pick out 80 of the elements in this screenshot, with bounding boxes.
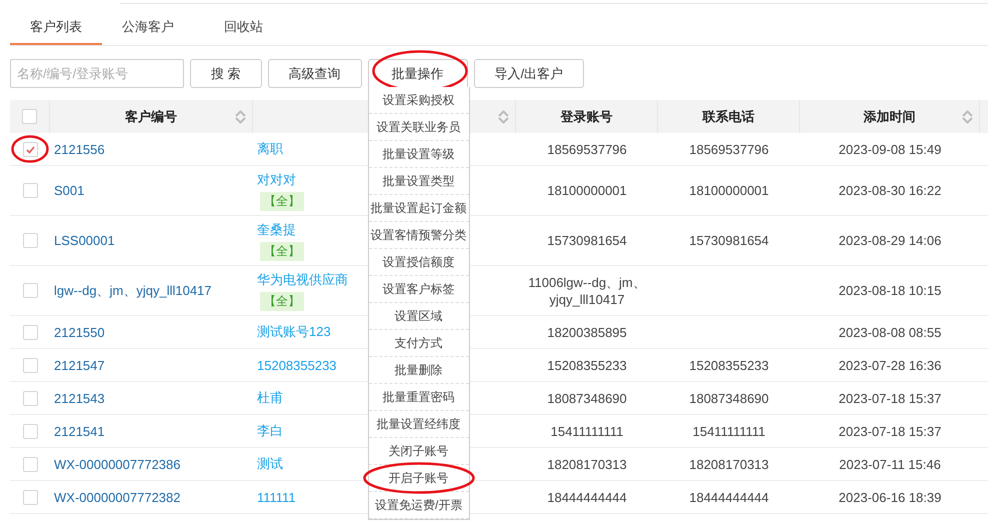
checkbox[interactable]: [22, 233, 38, 248]
menu-item[interactable]: 支付方式: [368, 330, 469, 357]
menu-item[interactable]: 批量设置起订金额: [368, 195, 469, 222]
customer-id-link[interactable]: 2121547: [54, 358, 105, 372]
checkbox[interactable]: [22, 424, 38, 438]
table-cell: 15411111111: [692, 424, 766, 438]
customer-id-link[interactable]: 2121556: [54, 142, 105, 156]
menu-item[interactable]: 关闭子账号: [368, 438, 469, 465]
column-header: 联系电话: [702, 108, 754, 126]
checkbox[interactable]: [22, 109, 37, 124]
menu-item[interactable]: 批量删除: [368, 357, 469, 384]
table-cell: 18087348690: [689, 390, 769, 406]
menu-item[interactable]: 设置区域: [368, 303, 469, 330]
checkbox[interactable]: [22, 142, 38, 156]
table-cell: 2023-08-08 08:55: [838, 324, 942, 340]
checkbox[interactable]: [22, 358, 38, 372]
table-cell: 2023-06-16 18:39: [838, 490, 942, 504]
menu-item[interactable]: 设置客户标签: [368, 276, 469, 303]
table-cell: 18569537796: [547, 142, 627, 156]
table-cell: 18100000001: [547, 183, 627, 198]
table-cell: 2023-07-11 15:46: [839, 456, 941, 472]
menu-item[interactable]: 批量设置等级: [368, 141, 469, 168]
tag: 【全】: [260, 192, 304, 210]
table-cell: 15208355233: [547, 358, 627, 372]
table-cell-text: 11006lgw--dg、jm、yjqy_lll10417: [527, 274, 647, 307]
table-cell: 18100000001: [689, 183, 769, 198]
checkbox[interactable]: [22, 456, 38, 472]
menu-item[interactable]: 设置免运费/开票: [368, 492, 469, 519]
checkbox[interactable]: [22, 283, 38, 298]
sort-icon[interactable]: [235, 110, 246, 124]
table-cell: 2023-08-30 16:22: [838, 183, 942, 198]
menu-item[interactable]: 设置授信额度: [368, 249, 469, 276]
customer-id-link[interactable]: 2121543: [54, 390, 105, 406]
table-cell: 2023-08-18 10:15: [838, 283, 942, 298]
checkbox[interactable]: [22, 324, 38, 340]
customer-id-link[interactable]: lgw--dg、jm、yjqy_lll10417: [54, 282, 212, 298]
tag: 【全】: [260, 242, 304, 260]
menu-item[interactable]: 批量重置密码: [368, 384, 469, 411]
table-cell: 18444444444: [689, 490, 769, 504]
table-cell: 18208170313: [689, 456, 769, 472]
column-header: 添加时间: [864, 108, 916, 126]
sort-icon[interactable]: [498, 110, 509, 124]
customer-id-link[interactable]: WX-00000007772382: [54, 490, 180, 504]
column-header: 登录账号: [560, 108, 612, 126]
toolbar-button[interactable]: 搜 索: [190, 59, 262, 88]
table-cell: 15411111111: [550, 424, 624, 438]
tab[interactable]: 回收站: [204, 18, 283, 45]
table-cell: 2023-08-29 14:06: [838, 233, 942, 248]
table-cell: 2023-09-08 15:49: [838, 142, 942, 156]
sort-icon[interactable]: [962, 110, 973, 124]
customer-id-link[interactable]: S001: [54, 183, 84, 198]
search-field[interactable]: 名称/编号/登录账号: [10, 59, 184, 88]
checkbox[interactable]: [22, 183, 38, 198]
table-cell: 2023-07-18 15:37: [838, 424, 942, 438]
table-cell: 15208355233: [689, 358, 769, 372]
tag: 【全】: [260, 292, 304, 310]
table-cell: 2023-07-28 16:36: [838, 358, 942, 372]
toolbar-button[interactable]: 导入/出客户: [474, 59, 584, 88]
customer-id-link[interactable]: WX-00000007772386: [54, 456, 180, 472]
menu-item[interactable]: 批量设置经纬度: [368, 411, 469, 438]
toolbar-button[interactable]: 高级查询: [268, 59, 362, 88]
checkbox[interactable]: [22, 390, 38, 406]
tab[interactable]: 客户列表: [10, 18, 102, 45]
menu-item[interactable]: 设置客情预警分类: [368, 222, 469, 249]
table-cell: 18200385895: [547, 324, 627, 340]
table-cell: 18087348690: [547, 390, 627, 406]
customer-id-link[interactable]: 2121550: [54, 324, 105, 340]
check-icon: [24, 144, 36, 154]
table-cell: 2023-07-18 15:37: [838, 390, 942, 406]
table-cell: 18569537796: [689, 142, 769, 156]
menu-item[interactable]: 批量设置类型: [368, 168, 469, 195]
checkbox[interactable]: [22, 490, 38, 504]
table-cell: 18208170313: [547, 456, 627, 472]
column-header: 客户编号: [125, 108, 177, 126]
customer-id-link[interactable]: 2121541: [54, 424, 105, 438]
customer-id-link[interactable]: LSS00001: [54, 233, 115, 248]
table-cell: 15730981654: [689, 233, 769, 248]
tab[interactable]: 公海客户: [102, 18, 194, 45]
table-cell: 18444444444: [547, 490, 627, 504]
table-cell: 15730981654: [547, 233, 627, 248]
